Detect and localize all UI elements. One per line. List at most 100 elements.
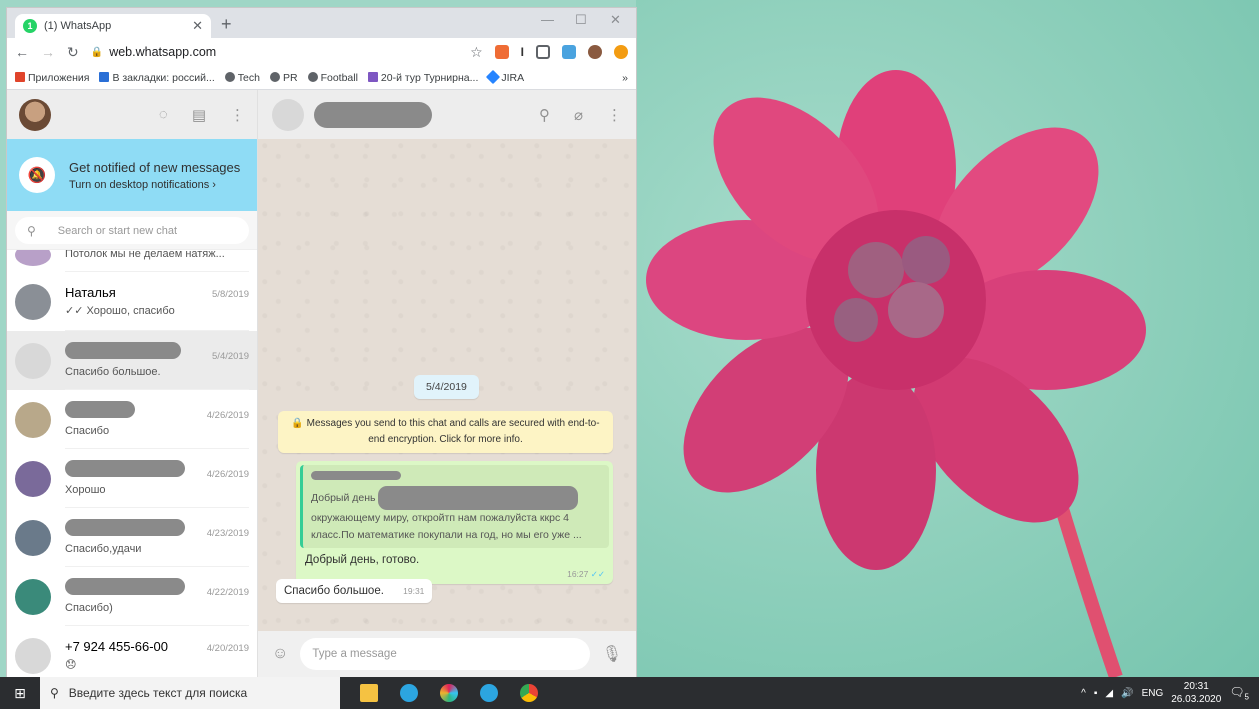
tab-strip: 1 (1) WhatsApp ✕ + — ☐ ✕	[7, 8, 636, 38]
forward-icon[interactable]: →	[41, 44, 55, 60]
my-avatar[interactable]	[19, 98, 51, 131]
notification-center-icon[interactable]: 🗨5	[1229, 685, 1249, 701]
read-receipt-icon: ✓✓	[590, 569, 605, 579]
notification-banner[interactable]: 🔕 Get notified of new messages Turn on d…	[7, 139, 257, 211]
contact-avatar[interactable]	[272, 98, 304, 131]
slack-icon[interactable]	[440, 684, 458, 702]
extension-icon[interactable]	[494, 45, 509, 59]
search-icon: ⚲	[50, 686, 59, 700]
telegram-icon[interactable]	[480, 684, 498, 702]
bookmarks-bar: Приложения В закладки: россий... Tech PR…	[7, 66, 636, 90]
microphone-icon[interactable]: 🎙	[602, 644, 622, 664]
maximize-icon[interactable]: ☐	[575, 12, 587, 28]
reload-icon[interactable]: ↻	[67, 44, 79, 61]
browser-tab[interactable]: 1 (1) WhatsApp ✕	[15, 14, 211, 38]
message-time: 19:31	[403, 586, 425, 596]
extension-icon[interactable]	[562, 45, 576, 59]
date-chip: 5/4/2019	[414, 375, 479, 399]
bookmarks-overflow[interactable]: »	[622, 72, 628, 84]
contact-avatar	[15, 460, 51, 497]
chat-row[interactable]: +7 924 455-66-00 4/20/2019 😞	[7, 626, 257, 677]
taskbar: ⊞ ⚲ Введите здесь текст для поиска ^ ▪ ◢…	[0, 677, 1259, 709]
redacted-author	[311, 471, 401, 480]
notify-title: Get notified of new messages	[69, 159, 241, 175]
tray-app-icon[interactable]: ▪	[1094, 688, 1098, 699]
chat-row[interactable]: Потолок мы не делаем натяж...	[7, 250, 257, 272]
new-tab-icon[interactable]: +	[221, 14, 232, 35]
browser-window: 1 (1) WhatsApp ✕ + — ☐ ✕ ← → ↻ 🔒 web.wha…	[7, 8, 636, 677]
bookmark-item[interactable]: Tech	[224, 71, 260, 84]
back-icon[interactable]: ←	[15, 44, 29, 60]
new-chat-icon[interactable]: ▤	[192, 106, 206, 124]
chat-row[interactable]: 4/26/2019 Хорошо	[7, 449, 257, 508]
conversation-pane: ⚲ ⌀ ⋮ 5/4/2019 🔒 Messages you send to th…	[258, 90, 636, 677]
bookmark-item[interactable]: JIRA	[486, 69, 524, 84]
status-icon[interactable]: ◌	[159, 106, 168, 124]
contact-avatar	[15, 342, 51, 379]
whatsapp-app: ◌ ▤ ⋮ 🔕 Get notified of new messages Tur…	[7, 90, 636, 677]
file-explorer-icon[interactable]	[360, 684, 378, 702]
message-input[interactable]: Type a message	[300, 638, 590, 670]
message-text: Добрый день, готово.	[305, 554, 420, 566]
chat-date: 4/20/2019	[206, 643, 249, 654]
lock-icon: 🔒	[90, 46, 104, 58]
chat-sidebar: ◌ ▤ ⋮ 🔕 Get notified of new messages Tur…	[7, 90, 258, 677]
profile-avatar[interactable]	[588, 45, 602, 59]
redacted-contact-name	[314, 101, 432, 128]
redacted-name	[65, 401, 135, 418]
chevron-up-icon[interactable]: ^	[1081, 688, 1086, 699]
bookmark-apps[interactable]: Приложения	[15, 71, 89, 84]
conversation-header[interactable]: ⚲ ⌀ ⋮	[258, 90, 636, 139]
menu-icon[interactable]: ⋮	[607, 106, 622, 124]
notify-link[interactable]: Turn on desktop notifications ›	[69, 179, 240, 191]
pocket-icon[interactable]	[536, 45, 550, 59]
encryption-notice[interactable]: 🔒 Messages you send to this chat and cal…	[278, 411, 613, 453]
outgoing-message[interactable]: Добрый день окружающему миру, откройтп н…	[296, 461, 613, 584]
chat-row[interactable]: 4/23/2019 Спасибо,удачи	[7, 508, 257, 567]
bookmark-star-icon[interactable]: ☆	[470, 44, 483, 61]
incoming-message[interactable]: Спасибо большое. 19:31	[276, 579, 433, 603]
taskbar-search[interactable]: ⚲ Введите здесь текст для поиска	[40, 677, 340, 709]
search-icon: ⚲	[27, 223, 36, 238]
desktop-wallpaper	[636, 0, 1259, 677]
chat-list: Потолок мы не делаем натяж... Наталья 5/8…	[7, 250, 257, 677]
bookmark-item[interactable]: Football	[307, 71, 358, 84]
chat-row[interactable]: 4/22/2019 Спасибо)	[7, 567, 257, 626]
window-close-icon[interactable]: ✕	[610, 12, 621, 28]
language-indicator[interactable]: ENG	[1142, 688, 1164, 699]
quoted-message[interactable]: Добрый день окружающему миру, откройтп н…	[300, 465, 609, 548]
chat-name: Наталья	[65, 285, 116, 300]
address-bar[interactable]: 🔒 web.whatsapp.com	[91, 41, 458, 63]
extension-icon[interactable]: I	[521, 45, 524, 59]
network-icon[interactable]: ◢	[1105, 688, 1113, 699]
search-input[interactable]: ⚲ Search or start new chat	[15, 217, 249, 244]
telegram-icon[interactable]	[400, 684, 418, 702]
chat-preview: Спасибо большое.	[65, 366, 161, 378]
bookmark-item[interactable]: 20-й тур Турнирна...	[367, 71, 478, 84]
clock[interactable]: 20:31 26.03.2020	[1171, 680, 1221, 706]
windows-start-icon[interactable]: ⊞	[0, 677, 40, 709]
close-tab-icon[interactable]: ✕	[192, 18, 203, 34]
search-icon[interactable]: ⚲	[539, 106, 550, 124]
contact-avatar	[15, 637, 51, 674]
minimize-icon[interactable]: —	[541, 12, 554, 27]
menu-icon[interactable]: ⋮	[230, 106, 245, 124]
contact-avatar	[15, 250, 51, 266]
chat-row[interactable]: 5/4/2019 Спасибо большое.	[7, 331, 257, 390]
bell-off-icon: 🔕	[19, 157, 55, 193]
chat-row[interactable]: 4/26/2019 Спасибо	[7, 390, 257, 449]
chat-date: 4/26/2019	[206, 469, 249, 480]
contact-avatar	[15, 401, 51, 438]
chat-row[interactable]: Наталья 5/8/2019 ✓✓ Хорошо, спасибо	[7, 272, 257, 331]
browser-toolbar: ← → ↻ 🔒 web.whatsapp.com ☆ I	[7, 38, 636, 66]
bookmark-item[interactable]: В закладки: россий...	[99, 71, 215, 84]
contact-avatar	[15, 519, 51, 556]
emoji-icon[interactable]: ☺	[272, 645, 288, 663]
chat-date: 4/26/2019	[206, 410, 249, 421]
volume-icon[interactable]: 🔊	[1121, 688, 1133, 699]
bookmark-item[interactable]: PR	[269, 71, 298, 84]
attach-icon[interactable]: ⌀	[574, 106, 583, 124]
chrome-icon[interactable]	[520, 684, 538, 702]
chat-preview: Спасибо)	[65, 602, 113, 614]
extension-icon[interactable]	[614, 45, 628, 59]
